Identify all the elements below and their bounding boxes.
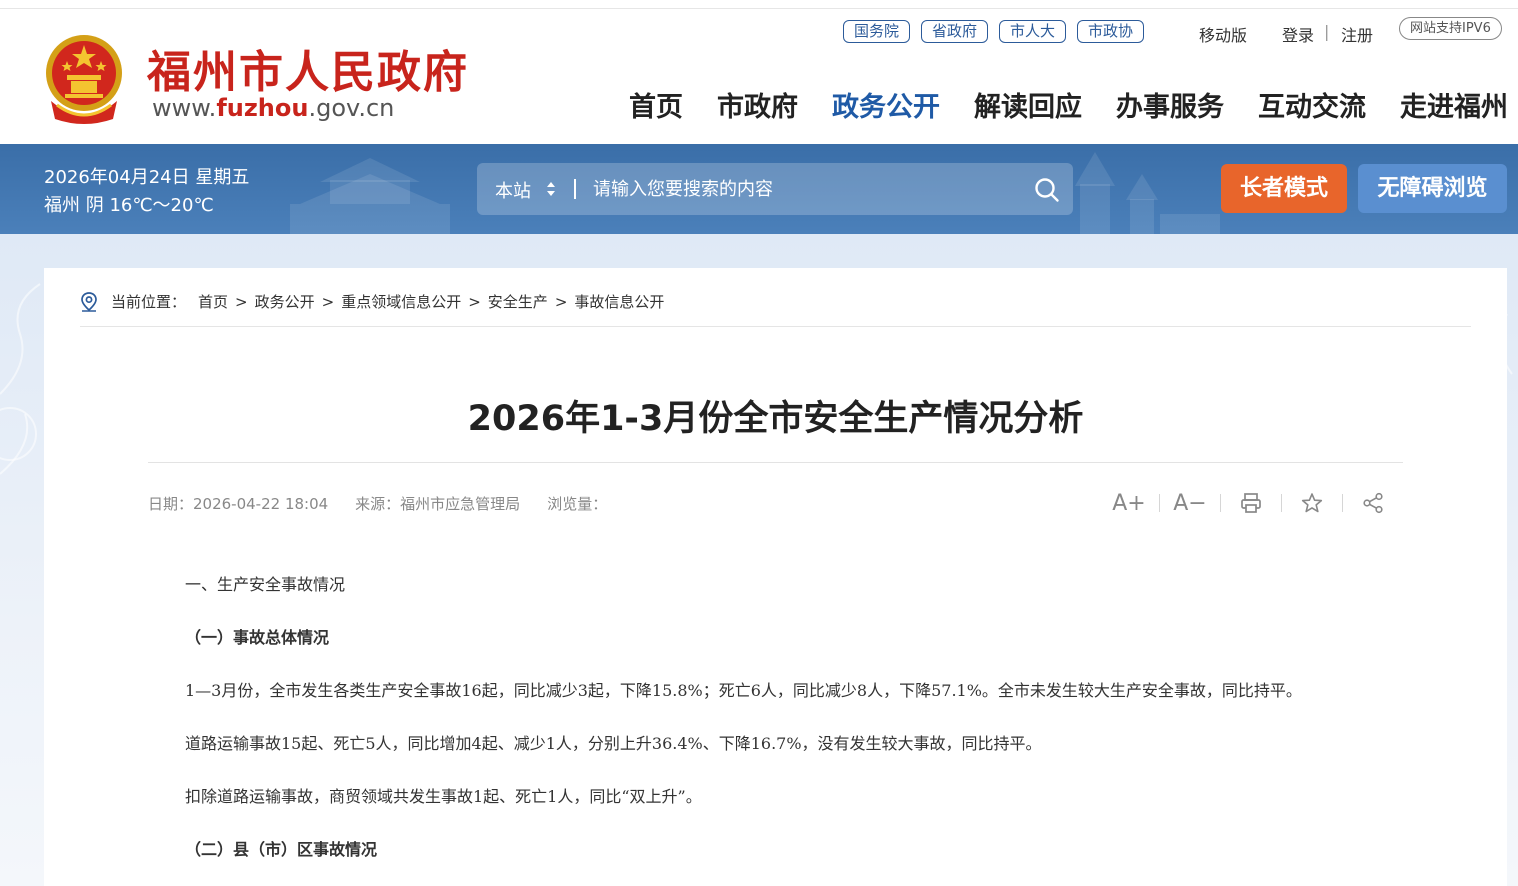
section-heading: 一、生产安全事故情况 [185,575,346,594]
font-decrease-button[interactable]: A− [1173,489,1207,517]
paragraph: 道路运输事故15起、死亡5人，同比增加4起、减少1人，分别上升36.4%、下降1… [185,734,1042,753]
login-separator: | [1324,22,1330,41]
gov-link-congress[interactable]: 市人大 [999,20,1067,43]
print-button[interactable] [1234,489,1268,517]
share-icon [1363,492,1383,514]
breadcrumb-sep: > [554,292,568,311]
gov-link-cppcc[interactable]: 市政协 [1077,20,1145,43]
gov-link-province[interactable]: 省政府 [921,20,989,43]
paragraph: 1—3月份，全市发生各类生产安全事故16起，同比减少3起，下降15.8%；死亡6… [185,681,1302,700]
breadcrumb-home[interactable]: 首页 [198,291,228,312]
favorite-button[interactable] [1295,489,1329,517]
nav-about-fuzhou[interactable]: 走进福州 [1400,85,1508,124]
search-icon[interactable] [1034,177,1060,203]
view-count: 浏览量： [547,495,608,513]
domain-prefix: www. [152,94,217,122]
breadcrumb-government-affairs[interactable]: 政务公开 [255,291,315,312]
tool-divider [1342,494,1343,512]
site-name[interactable]: 福州市人民政府 [147,36,469,100]
search-input[interactable] [581,171,1021,207]
gov-link-state-council[interactable]: 国务院 [843,20,911,43]
tool-divider [1159,494,1160,512]
domain-suffix: .gov.cn [308,94,395,122]
share-button[interactable] [1356,489,1390,517]
article-source: 来源：福州市应急管理局 [355,495,521,513]
search-bar: 本站 [477,163,1073,215]
nav-city-government[interactable]: 市政府 [717,85,798,124]
breadcrumb-key-areas[interactable]: 重点领域信息公开 [341,291,461,312]
login-link[interactable]: 登录 [1282,22,1314,46]
subsection-heading: （二）县（市）区事故情况 [185,840,378,859]
publish-date: 日期：2026-04-22 18:04 [148,495,329,513]
article-tools: A+ A− [1112,489,1390,517]
gov-links: 国务院 省政府 市人大 市政协 [843,20,1145,43]
font-increase-button[interactable]: A+ [1112,489,1146,517]
breadcrumb: 当前位置： 首页 > 政务公开 > 重点领域信息公开 > 安全生产 > 事故信息… [80,291,664,312]
breadcrumb-sep: > [321,292,335,311]
breadcrumb-sep: > [235,292,248,311]
tool-divider [1220,494,1221,512]
domain-highlight: fuzhou [216,94,309,122]
article-meta: 日期：2026-04-22 18:04 来源：福州市应急管理局 浏览量： [148,493,607,514]
current-date: 2026年04月24日 星期五 [44,167,250,188]
breadcrumb-accident-info[interactable]: 事故信息公开 [574,291,664,312]
mobile-version-link[interactable]: 移动版 [1199,22,1247,46]
breadcrumb-work-safety[interactable]: 安全生产 [488,291,548,312]
breadcrumb-label: 当前位置： [111,293,187,311]
nav-home[interactable]: 首页 [629,85,683,124]
search-scope-select[interactable]: 本站 [495,177,531,203]
search-divider [574,179,576,199]
nav-interaction[interactable]: 互动交流 [1258,85,1366,124]
main-nav: 首页 市政府 政务公开 解读回应 办事服务 互动交流 走进福州 [629,85,1508,124]
paragraph: 扣除道路运输事故，商贸领域共发生事故1起、死亡1人，同比“双上升”。 [185,787,702,806]
article-title: 2026年1-3月份全市安全生产情况分析 [467,399,1084,439]
national-emblem-icon[interactable] [43,31,126,129]
site-domain: www.fuzhou.gov.cn [152,94,394,122]
top-strip [0,0,1518,9]
ipv6-badge: 网站支持IPV6 [1399,17,1502,40]
star-icon [1301,493,1323,513]
breadcrumb-divider [80,326,1471,327]
nav-services[interactable]: 办事服务 [1116,85,1224,124]
nav-government-affairs[interactable]: 政务公开 [832,85,940,124]
location-pin-icon [81,291,97,312]
banner: 2026年04月24日 星期五 福州 阴 16℃～20℃ 本站 长者模式 无障碍… [0,144,1518,234]
title-divider [148,462,1403,463]
register-link[interactable]: 注册 [1341,22,1373,46]
tool-divider [1281,494,1282,512]
breadcrumb-sep: > [468,292,481,311]
subsection-heading: （一）事故总体情况 [185,628,330,647]
weather-info: 福州 阴 16℃～20℃ [44,195,214,216]
sort-updown-icon[interactable] [545,179,557,199]
elder-mode-button[interactable]: 长者模式 [1221,164,1347,213]
nav-interpretation[interactable]: 解读回应 [974,85,1082,124]
accessible-browse-button[interactable]: 无障碍浏览 [1358,164,1507,213]
print-icon [1241,493,1261,513]
